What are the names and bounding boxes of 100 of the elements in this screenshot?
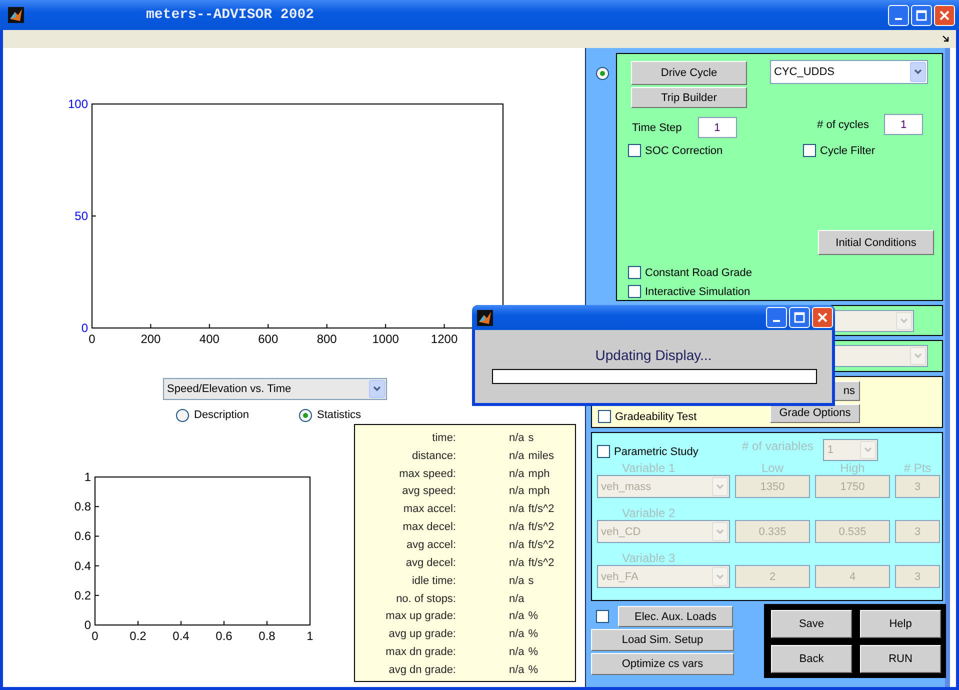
tick-label: 0.6 (216, 629, 232, 643)
checkbox[interactable] (628, 144, 641, 157)
tick-label: 800 (316, 332, 337, 346)
time-step-field[interactable]: 1 (698, 117, 737, 138)
chevron-down-icon (373, 386, 381, 392)
radio-button[interactable] (299, 408, 312, 422)
maximize-button[interactable] (789, 307, 810, 328)
stat-label: avg accel: (405, 538, 456, 551)
stat-unit: ft/s^2 (528, 538, 554, 551)
stat-unit: s (528, 432, 534, 444)
stat-value: n/a (509, 610, 524, 622)
app-icon (477, 310, 493, 326)
checkbox-label: Gradeability Test (615, 410, 697, 422)
stat-value: n/a (509, 521, 524, 534)
cycle-button[interactable]: Drive Cycle (631, 61, 747, 85)
stat-unit: % (528, 664, 538, 676)
stat-value: n/a (509, 592, 524, 605)
chevron-down-icon (716, 528, 724, 534)
cycle-button[interactable]: Trip Builder (631, 87, 747, 108)
cycles-field[interactable]: 1 (884, 114, 923, 135)
minimize-icon (895, 18, 902, 20)
setup-button[interactable]: Optimize cs vars (591, 653, 734, 675)
tick-label: 0 (88, 332, 96, 346)
tick-label: 200 (140, 332, 161, 346)
stat-value: n/a (509, 450, 524, 462)
stat-value: n/a (509, 628, 524, 640)
cycle-dropdown[interactable]: CYC_UDDS (770, 60, 928, 84)
aux-loads-button[interactable]: Elec. Aux. Loads (618, 606, 733, 627)
tick-label: 1 (84, 470, 91, 484)
cycles-label: # of cycles (817, 118, 869, 130)
radio-button[interactable] (596, 67, 608, 80)
variable-label: Variable 3 (621, 551, 676, 565)
checkbox[interactable] (628, 266, 641, 279)
maximize-icon (916, 10, 927, 20)
action-button[interactable]: Save (771, 610, 852, 638)
time-step-label: Time Step (632, 122, 682, 134)
stat-unit: % (528, 628, 538, 640)
minimize-button[interactable] (888, 4, 909, 26)
stat-label: distance: (410, 450, 456, 462)
stat-value: n/a (509, 646, 524, 658)
stat-value: n/a (509, 503, 524, 516)
stat-unit: s (528, 574, 534, 587)
close-icon (939, 10, 950, 20)
tick-label: 0.8 (258, 629, 276, 643)
close-button[interactable] (934, 4, 955, 26)
stat-value: n/a (509, 664, 524, 676)
dialog-message: Updating Display... (595, 347, 712, 363)
chevron-down-icon (900, 318, 908, 324)
action-button[interactable]: RUN (860, 645, 941, 673)
tick-label: 0 (92, 629, 98, 643)
stat-unit: ft/s^2 (528, 556, 554, 569)
plot-type-dropdown[interactable]: Speed/Elevation vs. Time (163, 378, 387, 400)
stat-unit: miles (528, 450, 554, 462)
stat-value: n/a (509, 485, 524, 498)
tick-label: 1200 (430, 332, 458, 346)
stat-unit: ft/s^2 (528, 503, 554, 516)
chevron-down-icon (716, 574, 724, 580)
close-button[interactable] (812, 307, 833, 328)
stat-label: max decel: (402, 521, 456, 534)
app-icon (8, 7, 24, 23)
tick-label: 600 (258, 332, 278, 346)
tick-label: 400 (199, 332, 220, 346)
maximize-button[interactable] (911, 4, 932, 26)
stat-label: max up grade: (384, 610, 456, 622)
checkbox[interactable] (596, 610, 609, 623)
tick-label: 1 (306, 629, 314, 643)
stat-unit: % (528, 646, 538, 658)
tick-label: 0.4 (172, 629, 190, 643)
variable-label: Variable 1 (621, 461, 676, 475)
setup-button[interactable]: Load Sim. Setup (591, 629, 734, 651)
radio-button[interactable] (176, 408, 189, 422)
stat-unit: mph (528, 485, 550, 498)
checkbox[interactable] (628, 285, 641, 298)
initial-conditions-button[interactable]: Initial Conditions (818, 230, 934, 255)
stat-label: avg decel: (404, 556, 456, 569)
action-button[interactable]: Help (860, 610, 941, 638)
stat-label: max dn grade: (384, 646, 456, 658)
stat-value: n/a (509, 538, 524, 551)
action-button[interactable]: Back (771, 645, 852, 673)
tick-label: 0.8 (74, 500, 91, 514)
tick-label: 0.6 (74, 529, 91, 544)
tick-label: 0 (84, 618, 91, 632)
stat-value: n/a (509, 468, 524, 480)
stat-label: time: (431, 432, 456, 444)
checkbox[interactable] (803, 144, 816, 157)
dock-arrow-icon[interactable] (942, 35, 950, 43)
tick-label: 0.2 (74, 588, 91, 602)
stat-unit: mph (528, 468, 550, 480)
stat-label: avg up grade: (388, 628, 456, 640)
minimize-icon (773, 320, 780, 322)
radio-label: Statistics (317, 409, 362, 421)
stat-label: no. of stops: (395, 592, 456, 605)
checkbox[interactable] (598, 410, 611, 423)
checkbox-label: Parametric Study (614, 446, 698, 458)
checkbox-label: Cycle Filter (820, 144, 876, 156)
minimize-button[interactable] (766, 307, 787, 328)
stat-label: avg dn grade: (388, 664, 456, 676)
close-icon (817, 312, 828, 323)
variable-label: Variable 2 (621, 506, 676, 520)
checkbox-label: Interactive Simulation (645, 286, 750, 298)
